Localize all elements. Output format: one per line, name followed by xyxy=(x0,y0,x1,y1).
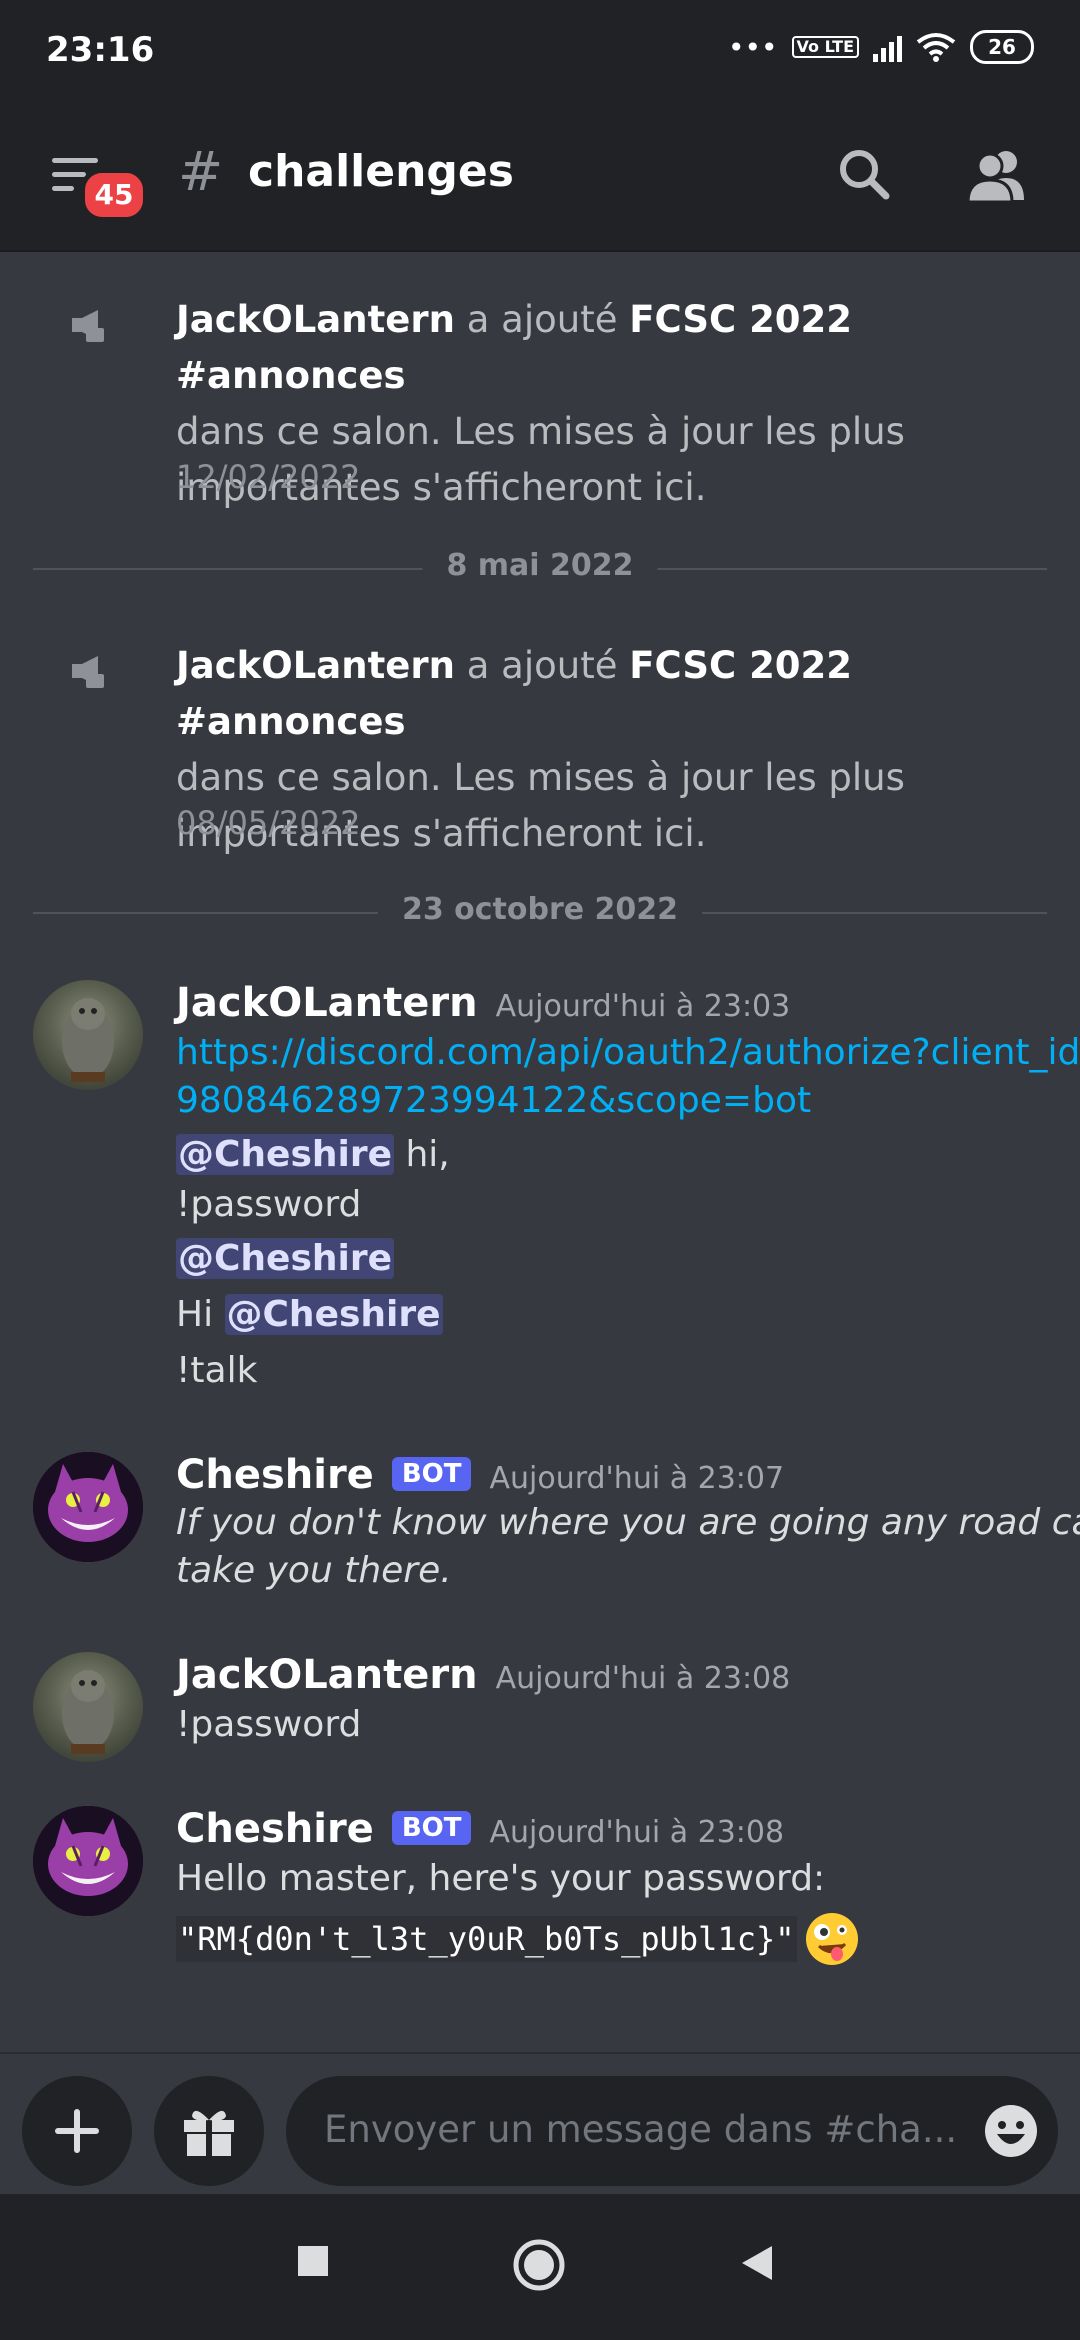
signal-icon xyxy=(873,32,902,62)
message-line: @Cheshire hi, xyxy=(176,1134,450,1175)
add-attachment-button[interactable] xyxy=(22,2076,132,2186)
message-composer: Envoyer un message dans #cha... xyxy=(0,2052,1080,2194)
message-line: "RM{d0n't_l3t_y0uR_b0Ts_pUbl1c}" xyxy=(176,1910,861,1968)
oauth-link-cont[interactable]: 980846289723994122&scope=bot xyxy=(176,1080,811,1121)
channel-header: 45 # challenges xyxy=(0,100,1080,252)
message-line: @Cheshire xyxy=(176,1238,395,1279)
author-name[interactable]: Cheshire xyxy=(176,1806,374,1852)
message-line: !password xyxy=(176,1704,362,1745)
message-text: Hi xyxy=(176,1294,225,1335)
plus-icon xyxy=(55,2109,99,2153)
timestamp: Aujourd'hui à 23:03 xyxy=(495,989,791,1024)
author-name[interactable]: JackOLantern xyxy=(176,1652,478,1698)
megaphone-icon xyxy=(72,310,104,342)
message-line: If you don't know where you are going an… xyxy=(176,1502,1080,1543)
megaphone-icon xyxy=(72,656,104,688)
wifi-icon xyxy=(916,33,956,62)
sys-date: 12/02/2022 xyxy=(176,458,361,496)
date-divider: 23 octobre 2022 xyxy=(33,892,1047,927)
sys-author[interactable]: JackOLantern xyxy=(176,298,455,341)
timestamp: Aujourd'hui à 23:08 xyxy=(489,1815,785,1850)
members-icon[interactable] xyxy=(962,140,1032,210)
user-mention[interactable]: @Cheshire xyxy=(176,1134,395,1175)
status-bar: 23:16 ••• Vo LTE 26 xyxy=(0,0,1080,100)
home-icon[interactable] xyxy=(512,2238,566,2292)
status-icons: ••• Vo LTE 26 xyxy=(728,30,1034,64)
search-icon[interactable] xyxy=(830,140,900,210)
message-header: JackOLantern Aujourd'hui à 23:08 xyxy=(176,1652,790,1698)
message-line: !password xyxy=(176,1184,362,1225)
channel-hash-icon: # xyxy=(178,140,224,203)
status-time: 23:16 xyxy=(46,30,155,70)
message-line: !talk xyxy=(176,1350,258,1391)
bot-badge: BOT xyxy=(391,1811,472,1845)
channel-title: challenges xyxy=(248,146,514,197)
sys-middle: a ajouté xyxy=(466,644,618,687)
author-name[interactable]: Cheshire xyxy=(176,1452,374,1498)
volte-icon: Vo LTE xyxy=(791,36,859,58)
message-list[interactable]: JackOLantern a ajouté FCSC 2022 #annonce… xyxy=(0,252,1080,2050)
message-text: hi, xyxy=(394,1134,450,1175)
emoji-icon[interactable] xyxy=(982,2102,1040,2160)
message-input-placeholder: Envoyer un message dans #cha... xyxy=(324,2108,958,2151)
date-divider-label: 8 mai 2022 xyxy=(422,548,658,583)
sys-middle: a ajouté xyxy=(466,298,618,341)
message-line: Hello master, here's your password: xyxy=(176,1858,826,1899)
message-line: take you there. xyxy=(176,1550,452,1591)
more-notifications-icon: ••• xyxy=(727,30,778,64)
gift-icon xyxy=(184,2110,234,2156)
message-line: Hi @Cheshire xyxy=(176,1294,443,1335)
zany-face-emoji xyxy=(805,1913,858,1965)
sys-rest-line1: dans ce salon. Les mises à jour les plus xyxy=(176,410,905,453)
avatar[interactable] xyxy=(33,980,143,1090)
message-input[interactable]: Envoyer un message dans #cha... xyxy=(286,2076,1058,2186)
back-icon[interactable] xyxy=(738,2244,776,2282)
message-header: Cheshire BOT Aujourd'hui à 23:08 xyxy=(176,1806,784,1852)
unread-badge: 45 xyxy=(80,168,148,222)
sys-rest-line1: dans ce salon. Les mises à jour les plus xyxy=(176,756,905,799)
menu-button[interactable]: 45 xyxy=(48,150,148,230)
avatar[interactable] xyxy=(33,1452,143,1562)
battery-icon: 26 xyxy=(970,30,1034,64)
oauth-link[interactable]: https://discord.com/api/oauth2/authorize… xyxy=(176,1032,1080,1073)
user-mention[interactable]: @Cheshire xyxy=(176,1238,395,1279)
user-mention[interactable]: @Cheshire xyxy=(224,1294,443,1335)
date-divider: 8 mai 2022 xyxy=(33,548,1047,583)
sys-date: 08/05/2022 xyxy=(176,804,361,842)
message-header: Cheshire BOT Aujourd'hui à 23:07 xyxy=(176,1452,784,1498)
recents-icon[interactable] xyxy=(296,2244,330,2278)
avatar[interactable] xyxy=(33,1652,143,1762)
message-header: JackOLantern Aujourd'hui à 23:03 xyxy=(176,980,790,1026)
sys-author[interactable]: JackOLantern xyxy=(176,644,455,687)
author-name[interactable]: JackOLantern xyxy=(176,980,478,1026)
gift-button[interactable] xyxy=(154,2076,264,2186)
system-nav-bar xyxy=(0,2194,1080,2340)
date-divider-label: 23 octobre 2022 xyxy=(377,892,703,927)
timestamp: Aujourd'hui à 23:08 xyxy=(495,1661,791,1696)
avatar[interactable] xyxy=(33,1806,143,1916)
bot-badge: BOT xyxy=(391,1457,472,1491)
timestamp: Aujourd'hui à 23:07 xyxy=(489,1461,785,1496)
password-code: "RM{d0n't_l3t_y0uR_b0Ts_pUbl1c}" xyxy=(176,1916,797,1962)
